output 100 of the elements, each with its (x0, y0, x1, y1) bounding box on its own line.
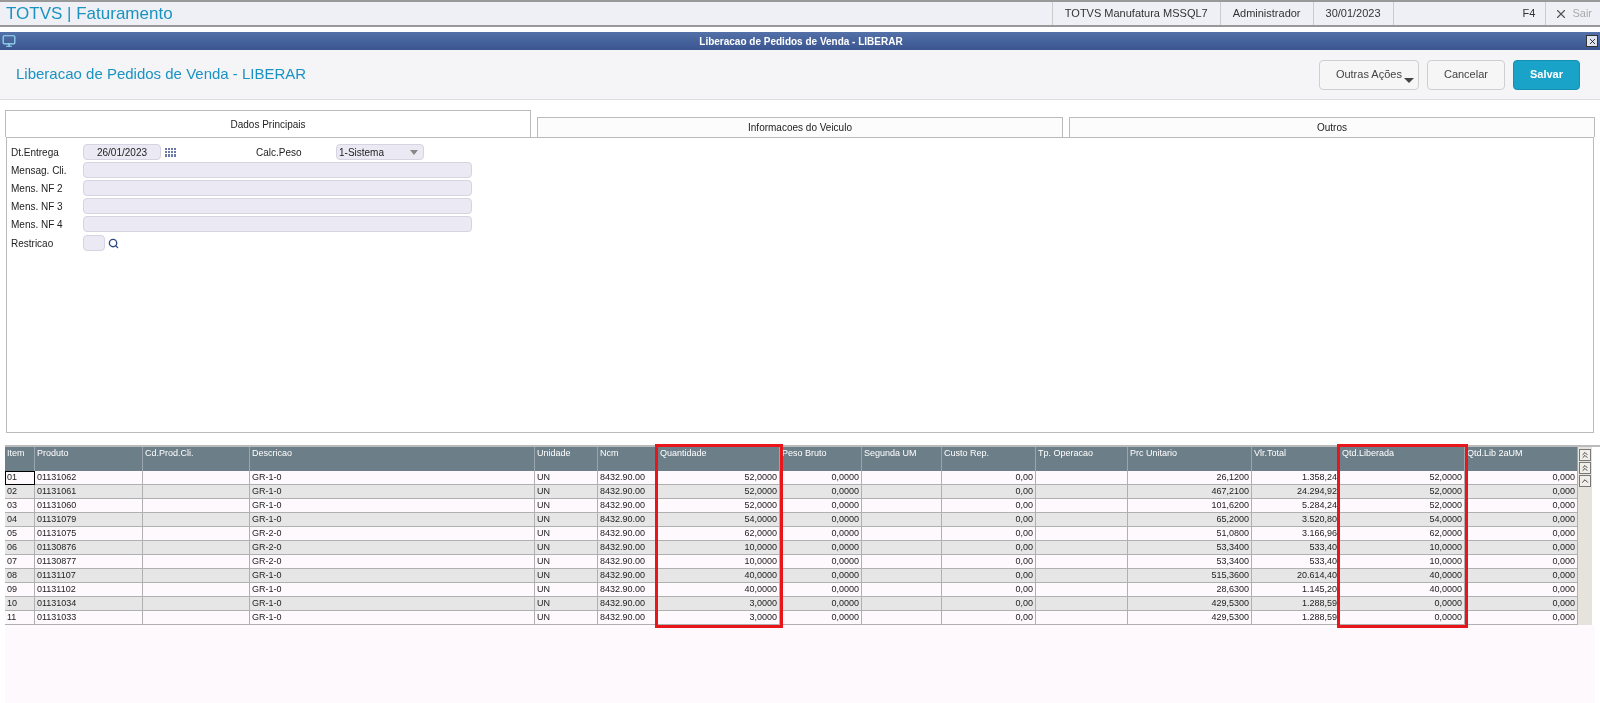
table-cell: 07 (5, 555, 35, 569)
message-field[interactable] (83, 216, 472, 232)
table-cell: 0,0000 (780, 527, 862, 541)
table-cell: UN (535, 471, 598, 485)
scroll-top-icon (1579, 449, 1591, 461)
scrollbar[interactable] (1578, 447, 1592, 625)
table-cell: 3.520,80 (1252, 513, 1340, 527)
table-cell: 01131107 (35, 569, 143, 583)
table-cell: 01131033 (35, 611, 143, 625)
table-cell: 0,000 (1465, 485, 1578, 499)
column-header[interactable]: Custo Rep. (942, 447, 1036, 471)
table-cell: GR-1-0 (250, 597, 535, 611)
table-cell: 40,0000 (1340, 583, 1465, 597)
column-header[interactable]: Cd.Prod.Cli. (143, 447, 250, 471)
table-cell: 52,0000 (658, 499, 780, 513)
table-cell: GR-1-0 (250, 583, 535, 597)
table-cell: 52,0000 (1340, 471, 1465, 485)
table-cell: 10,0000 (1340, 555, 1465, 569)
table-cell: 0,0000 (780, 513, 862, 527)
table-cell: 0,00 (942, 471, 1036, 485)
table-cell: 01131102 (35, 583, 143, 597)
table-cell: 429,5300 (1128, 611, 1252, 625)
column-header[interactable]: Unidade (535, 447, 598, 471)
column-header[interactable]: Vlr.Total (1252, 447, 1340, 471)
table-cell: 06 (5, 541, 35, 555)
table-cell: UN (535, 569, 598, 583)
table-cell: 10,0000 (658, 555, 780, 569)
column-header[interactable]: Peso Bruto (780, 447, 862, 471)
table-cell: 0,000 (1465, 569, 1578, 583)
table-cell: 05 (5, 527, 35, 541)
column-header[interactable]: Item (5, 447, 35, 471)
table-cell: 10,0000 (658, 541, 780, 555)
more-actions-button[interactable]: Outras Ações (1318, 59, 1419, 90)
table-cell: 01131060 (35, 499, 143, 513)
column-header[interactable]: Ncm (598, 447, 658, 471)
table-cell: 08 (5, 569, 35, 583)
table-cell: 1.145,20 (1252, 583, 1340, 597)
table-cell: 0,00 (942, 485, 1036, 499)
table-cell: 8432.90.00 (598, 555, 658, 569)
cancel-button[interactable]: Cancelar (1426, 59, 1505, 90)
caret-icon (1403, 77, 1414, 83)
table-cell: 52,0000 (1340, 499, 1465, 513)
date-field[interactable]: 26/01/2023 (83, 144, 161, 160)
table-cell: GR-2-0 (250, 541, 535, 555)
table-cell: 515,3600 (1128, 569, 1252, 583)
table-cell: 8432.90.00 (598, 485, 658, 499)
table-cell: 03 (5, 499, 35, 513)
table-cell: 0,00 (942, 583, 1036, 597)
table-cell: 24.294,92 (1252, 485, 1340, 499)
field-label: Mens. NF 2 (11, 181, 64, 196)
table-cell: 0,00 (942, 541, 1036, 555)
table-cell: 0,0000 (780, 471, 862, 485)
search-icon[interactable] (108, 237, 119, 249)
column-header[interactable]: Segunda UM (862, 447, 942, 471)
table-cell: 1.288,59 (1252, 611, 1340, 625)
field-label: Dt.Entrega (11, 145, 60, 160)
message-field[interactable] (83, 180, 472, 196)
calc-select[interactable]: 1-Sistema (336, 144, 424, 160)
table-cell: 0,0000 (1340, 611, 1465, 625)
table-cell: UN (535, 555, 598, 569)
app-title: TOTVS | Faturamento (5, 2, 174, 25)
table-cell: 52,0000 (1340, 485, 1465, 499)
field-label: Mensag. Cli. (11, 163, 68, 178)
table-cell: 0,0000 (780, 569, 862, 583)
shortcut-label: F4 (1521, 6, 1537, 22)
table-cell: 0,0000 (780, 583, 862, 597)
tab[interactable]: Dados Principais (5, 110, 531, 137)
table-cell: 54,0000 (1340, 513, 1465, 527)
message-field[interactable] (83, 162, 472, 178)
table-cell: 10 (5, 597, 35, 611)
column-header[interactable]: Descricao (250, 447, 535, 471)
table-cell: 0,000 (1465, 555, 1578, 569)
table-cell: 0,000 (1465, 471, 1578, 485)
page-title: Liberacao de Pedidos de Venda - LIBERAR (16, 64, 308, 85)
calendar-icon[interactable] (165, 147, 176, 157)
table-cell: 02 (5, 485, 35, 499)
table-cell: 3,0000 (658, 611, 780, 625)
table-cell: 0,0000 (1340, 597, 1465, 611)
table-cell: UN (535, 485, 598, 499)
column-header[interactable]: Tp. Operacao (1036, 447, 1128, 471)
tab[interactable]: Outros (1069, 117, 1595, 137)
close-icon[interactable] (1586, 35, 1598, 47)
column-header[interactable]: Quantidade (658, 447, 780, 471)
status-item: 30/01/2023 (1312, 2, 1393, 25)
scroll-up-icon (1579, 475, 1591, 487)
column-header[interactable]: Prc Unitario (1128, 447, 1252, 471)
message-field[interactable] (83, 198, 472, 214)
column-header[interactable]: Produto (35, 447, 143, 471)
table-cell: 8432.90.00 (598, 597, 658, 611)
column-header[interactable]: Qtd.Liberada (1340, 447, 1465, 471)
table-cell: 3,0000 (658, 597, 780, 611)
restriction-field[interactable] (83, 235, 105, 251)
column-header[interactable]: Qtd.Lib 2aUM (1465, 447, 1578, 471)
table-cell: 40,0000 (658, 583, 780, 597)
table-cell: 533,40 (1252, 555, 1340, 569)
table-cell: 52,0000 (658, 485, 780, 499)
table-cell: 8432.90.00 (598, 569, 658, 583)
status-item: Administrador (1219, 2, 1313, 25)
tab[interactable]: Informacoes do Veiculo (537, 117, 1063, 137)
save-button[interactable]: Salvar (1512, 59, 1580, 90)
